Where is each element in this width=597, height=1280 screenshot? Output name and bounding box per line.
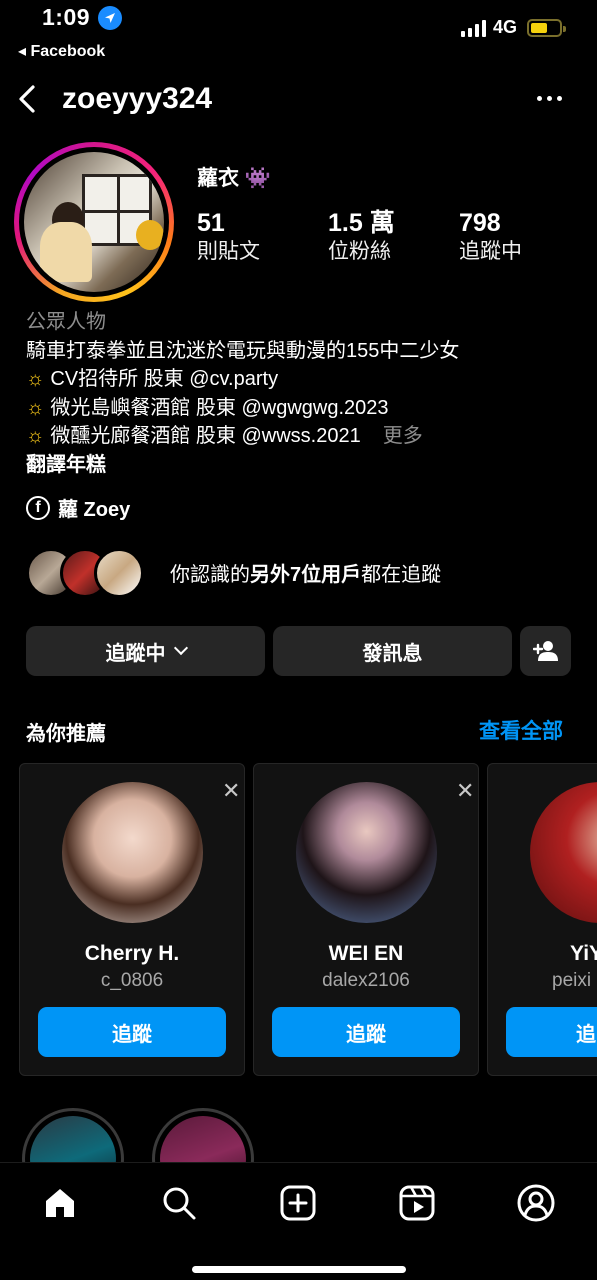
bio-line: 騎車打泰拳並且沈迷於電玩與動漫的155中二少女	[26, 339, 460, 362]
signal-icon	[461, 19, 486, 37]
mutual-prefix: 你認識的	[170, 564, 250, 586]
create-post-icon[interactable]	[278, 1183, 318, 1223]
add-user-button[interactable]	[520, 626, 571, 676]
close-icon[interactable]: ✕	[456, 778, 474, 804]
mutual-followers-avatars[interactable]	[26, 548, 144, 598]
stat-following[interactable]: 798 追蹤中	[459, 208, 522, 266]
bio-more-link[interactable]: 更多	[383, 425, 423, 447]
search-icon[interactable]	[159, 1183, 199, 1223]
suggestion-username: dalex2106	[322, 970, 410, 991]
following-button[interactable]: 追蹤中	[26, 626, 265, 676]
add-user-icon	[532, 641, 558, 661]
facebook-icon: f	[26, 495, 50, 520]
suggestion-card[interactable]: ✕ WEI EN dalex2106 追蹤	[253, 763, 479, 1076]
facebook-link-label: 蘿 Zoey	[58, 499, 131, 521]
home-icon[interactable]	[40, 1183, 80, 1223]
bottom-nav	[0, 1162, 597, 1280]
chevron-down-icon	[173, 640, 188, 656]
facebook-profile-link[interactable]: f 蘿 Zoey	[26, 493, 130, 522]
mutual-followers-text[interactable]: 你認識的另外7位用戶都在追蹤	[170, 558, 441, 587]
sun-icon: ☼	[26, 368, 45, 391]
back-arrow-icon[interactable]	[14, 84, 44, 114]
follow-button[interactable]: 追蹤	[272, 1007, 460, 1057]
mutual-highlight: 另外7位用戶	[250, 564, 362, 586]
suggestions-title: 為你推薦	[26, 723, 106, 745]
follow-button[interactable]: 追	[506, 1007, 597, 1057]
avatar[interactable]	[62, 782, 203, 923]
stat-following-label: 追蹤中	[459, 240, 522, 263]
stat-followers-value: 1.5 萬	[328, 209, 395, 237]
display-name: 蘿衣 👾	[197, 167, 271, 190]
reels-icon[interactable]	[397, 1183, 437, 1223]
suggestion-card[interactable]: ✕ Cherry H. c_0806 追蹤	[19, 763, 245, 1076]
location-icon	[98, 6, 122, 30]
stat-followers-label: 位粉絲	[328, 240, 391, 263]
avatar	[94, 548, 144, 598]
network-type: 4G	[493, 17, 518, 37]
following-button-label: 追蹤中	[105, 642, 166, 665]
bio-category: 公眾人物	[26, 311, 106, 333]
back-to-facebook-link[interactable]: ◂ Facebook	[18, 41, 105, 61]
battery-icon	[527, 19, 566, 37]
status-time: 1:09	[42, 4, 91, 30]
see-all-link[interactable]: 查看全部	[479, 715, 563, 745]
bio-line: CV招待所 股東 @cv.party	[50, 368, 279, 391]
bio-line: 微光島嶼餐酒館 股東 @wgwgwg.2023	[50, 396, 389, 419]
stat-posts-label: 則貼文	[197, 240, 260, 263]
bio-line: 微醺光廊餐酒館 股東 @wwss.2021	[50, 425, 361, 448]
stat-following-value: 798	[459, 209, 501, 237]
message-button[interactable]: 發訊息	[273, 626, 512, 676]
avatar	[24, 152, 164, 292]
profile-icon[interactable]	[516, 1183, 556, 1223]
profile-bio: 公眾人物 騎車打泰拳並且沈迷於電玩與動漫的155中二少女 ☼ CV招待所 股東 @…	[26, 308, 576, 480]
bio-line: 翻譯年糕	[26, 453, 106, 476]
mutual-suffix: 都在追蹤	[361, 564, 442, 586]
profile-username: zoeyyy324	[62, 82, 213, 115]
avatar[interactable]	[530, 782, 597, 923]
sun-icon: ☼	[26, 396, 45, 419]
suggestion-name: YiY	[570, 942, 597, 965]
stat-posts[interactable]: 51 則貼文	[197, 208, 260, 266]
follow-button[interactable]: 追蹤	[38, 1007, 226, 1057]
avatar[interactable]	[296, 782, 437, 923]
suggestion-card[interactable]: YiY peixi 追	[487, 763, 597, 1076]
more-options-icon[interactable]	[537, 96, 562, 101]
suggestion-username: c_0806	[100, 970, 164, 991]
profile-avatar-story-ring[interactable]	[14, 142, 174, 302]
stat-followers[interactable]: 1.5 萬 位粉絲	[328, 208, 395, 266]
stat-posts-value: 51	[197, 209, 225, 237]
suggestion-name: Cherry H.	[84, 942, 180, 965]
close-icon[interactable]: ✕	[222, 778, 240, 804]
sun-icon: ☼	[26, 425, 45, 448]
home-indicator	[192, 1266, 406, 1273]
message-button-label: 發訊息	[362, 642, 423, 665]
suggestion-username: peixi	[552, 970, 592, 991]
suggestion-name: WEI EN	[328, 942, 404, 965]
